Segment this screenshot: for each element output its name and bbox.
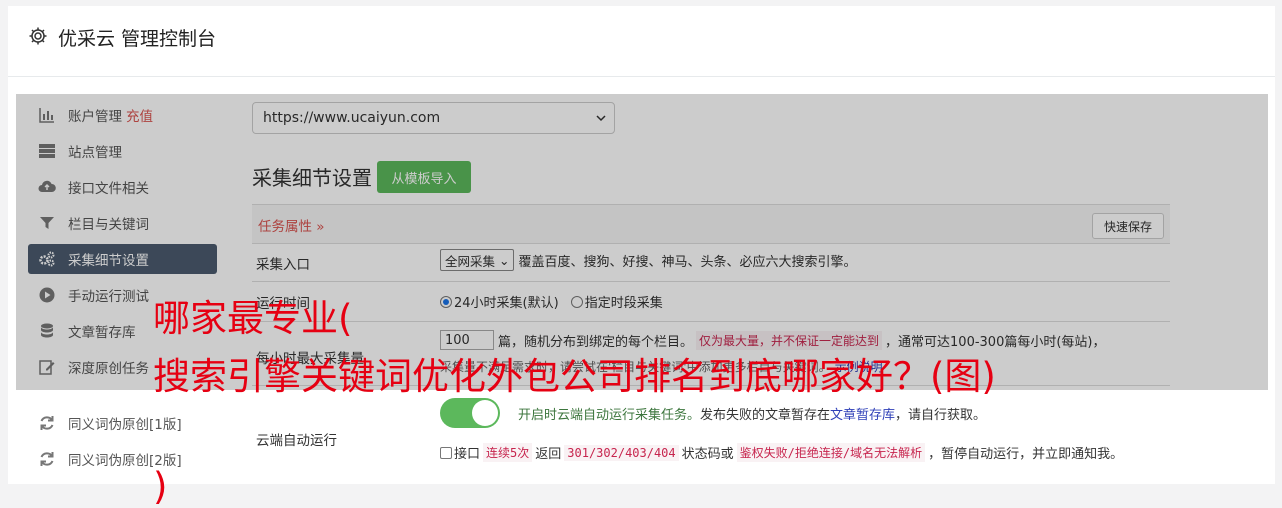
text: ，暂停自动运行，并立即通知我。 [928,447,1124,462]
code-badge: 301/302/403/404 [564,444,679,461]
watermark-line-2: 搜索引擎关键词优化外包公司排名到底哪家好？(图) [153,355,996,398]
sidebar-item-synonym-v2[interactable]: 同义词伪原创[2版] [28,444,217,474]
page-title: 优采云 管理控制台 [58,28,217,50]
article-store-link[interactable]: 文章暂存库 [830,404,895,423]
pause-on-error-checkbox[interactable] [440,446,452,459]
row-value: 开启时云端自动运行采集任务。 发布失败的文章暂存在 文章暂存库 ，请自行获取。 [440,398,986,428]
cloud-desc: 发布失败的文章暂存在 [700,407,831,423]
modal-overlay [16,94,1268,390]
watermark-line-3: ) [153,465,168,508]
page-header: 优采云 管理控制台 [8,6,1275,77]
watermark-line-1: 哪家最专业( [153,297,353,340]
cloud-desc-end: ，请自行获取。 [895,407,987,423]
text: 返回 [535,447,562,462]
row-label: 云端自动运行 [256,433,337,449]
sidebar-item-label: 同义词伪原创[1版] [68,417,182,433]
checkbox-label: 接口 [454,447,481,462]
refresh-icon [40,416,54,430]
gear-icon [29,27,47,45]
code-badge: 连续5次 [483,443,533,462]
table-row: 云端自动运行 开启时云端自动运行采集任务。 发布失败的文章暂存在 文章暂存库 ，… [252,385,1170,481]
row-value-2: 接口 连续5次 返回 301/302/403/404 状态码或 鉴权失败/拒绝连… [440,443,1123,462]
sidebar-item-synonym-v1[interactable]: 同义词伪原创[1版] [28,408,217,438]
text: 状态码或 [681,447,734,462]
refresh-icon [40,452,54,466]
code-badge: 鉴权失败/拒绝连接/域名无法解析 [736,443,926,462]
cloud-desc-green: 开启时云端自动运行采集任务。 [518,407,701,423]
cloud-auto-run-toggle[interactable] [440,398,500,428]
